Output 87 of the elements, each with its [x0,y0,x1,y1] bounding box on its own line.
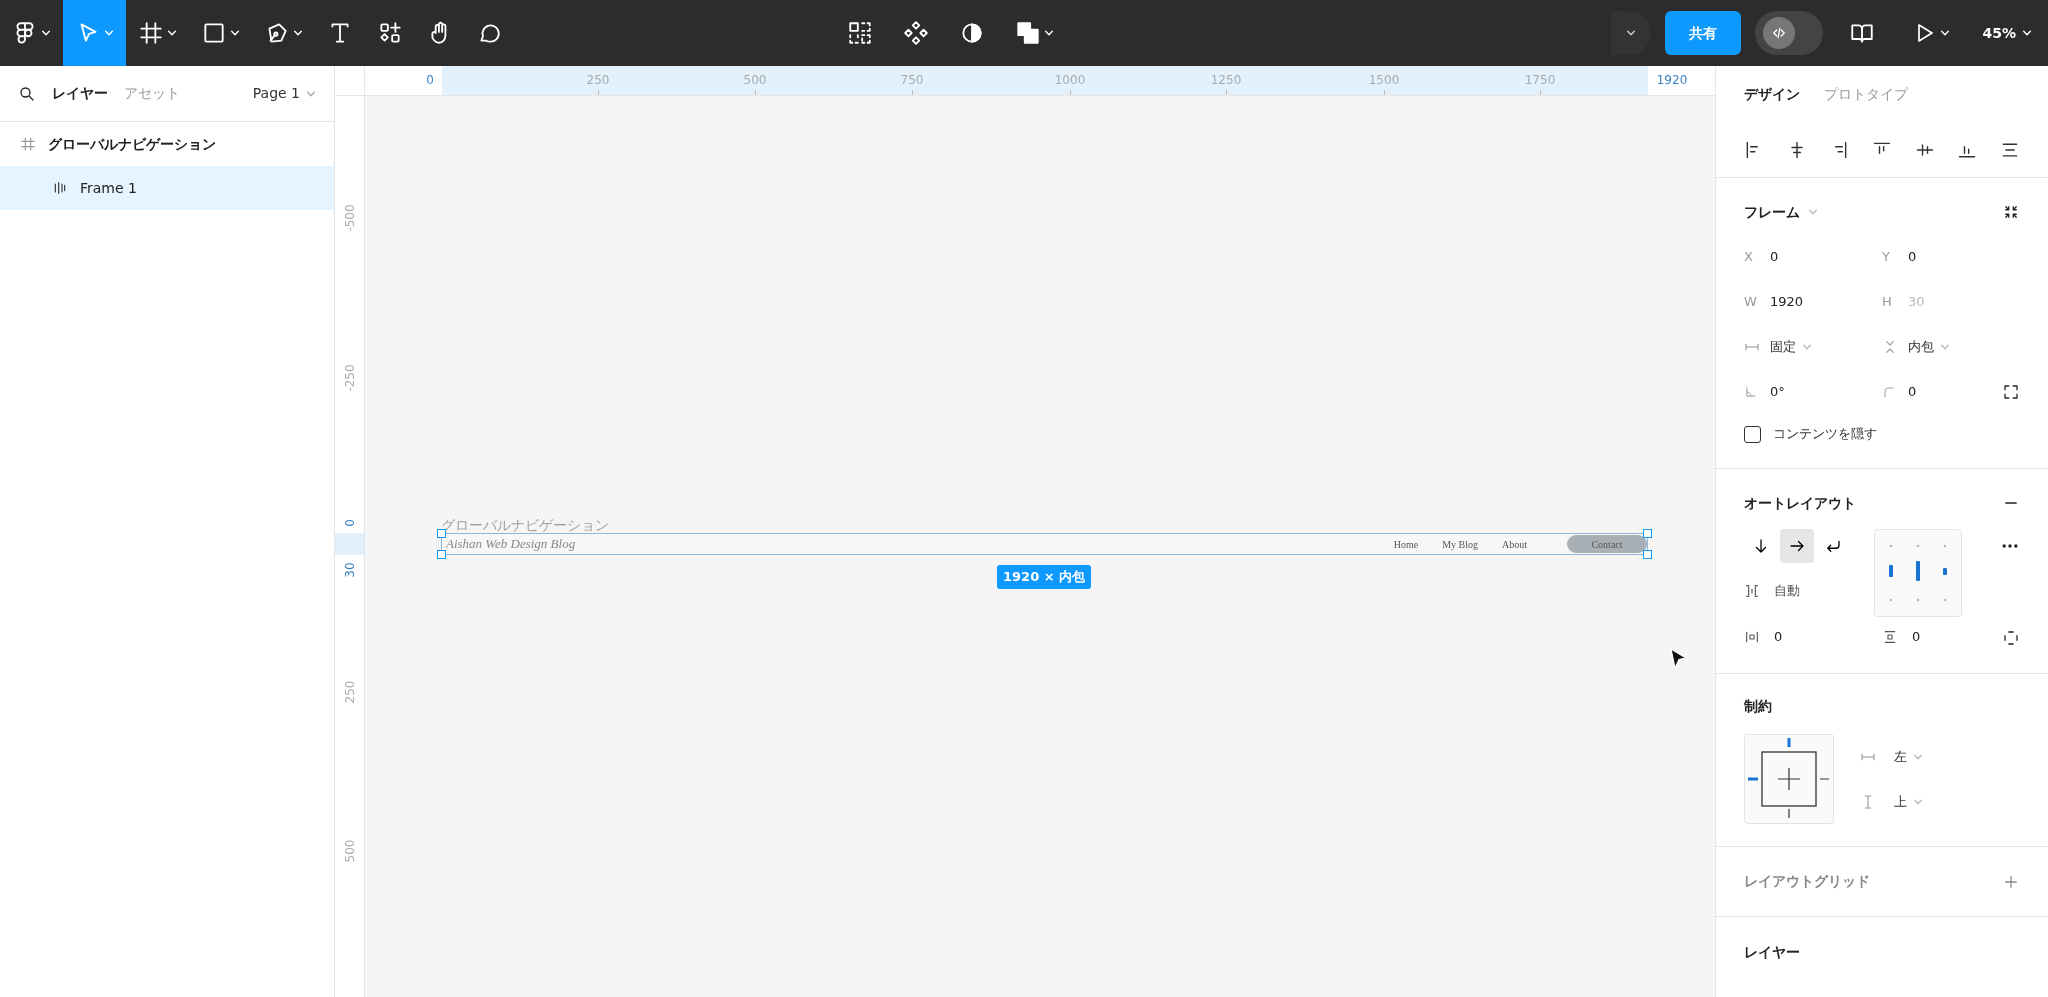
ruler-highlight [335,533,364,555]
section-title: オートレイアウト [1744,493,1856,513]
checkbox[interactable] [1744,425,1761,443]
field-label: Y [1882,247,1891,266]
input-field[interactable]: 0 [1908,246,1917,267]
caret-icon [104,28,114,38]
ruler-label: 250 [342,680,358,704]
caret-icon [2022,28,2032,38]
dashed-grid-icon [847,20,873,46]
input-field[interactable]: 自動 [1774,581,1800,601]
field-label: H [1882,292,1893,311]
ruler-label: 1500 [1368,72,1400,89]
nav-link: About [1502,537,1527,552]
dev-mode-toggle[interactable] [1755,11,1824,55]
cursor-icon [1670,648,1688,670]
ruler-label: 500 [743,72,767,89]
caret-icon [230,28,240,38]
input-field[interactable]: 0 [1770,246,1779,267]
corner-radius-icon [1882,385,1896,399]
ruler-label: 250 [586,72,610,89]
size-badge: 1920 × 内包 [997,565,1092,589]
constraint-dropdown[interactable]: 左 [1894,746,1923,767]
ruler-label: 0 [426,72,434,89]
collapse-icon[interactable] [2002,203,2020,221]
resize-handle[interactable] [437,529,446,538]
alignment-grid[interactable] [1874,529,1962,617]
ruler-label: 0 [342,519,358,527]
constraint-widget[interactable] [1744,734,1834,824]
section-title: レイヤー [1744,942,1800,962]
input-field[interactable]: 0° [1770,381,1785,402]
ruler-label: -250 [342,364,358,392]
shapes-icon [377,20,403,46]
contact-button: Contact [1567,535,1647,553]
angle-icon [1744,385,1758,399]
overlapping-squares-icon [1015,20,1041,46]
sizing-dropdown[interactable]: 固定 [1770,336,1812,357]
caret-icon [1808,207,1818,217]
ruler-label: 1000 [1054,72,1086,89]
caret-icon [293,28,303,38]
caret-icon [1626,28,1637,38]
nav-link: Home [1393,537,1419,552]
vertical-padding-icon [1882,629,1898,645]
ruler-label: 1250 [1210,72,1242,89]
input-field[interactable]: 1920 [1770,291,1804,312]
panel-tab[interactable]: デザイン [1744,83,1800,105]
input-field[interactable]: 0 [1774,627,1783,647]
spacing-icon [1744,583,1760,599]
zoom-menu[interactable]: 45% [1976,0,2038,66]
caret-icon [41,28,51,38]
caret-icon [167,28,177,38]
ruler-label: 30 [342,562,358,578]
auto-layout-icon [52,180,68,196]
page-dropdown[interactable]: Page 1 [252,83,316,104]
panel-tab[interactable]: レイヤー [52,83,108,104]
logo-text: Aishan Web Design Blog [446,535,576,554]
direction-button[interactable] [1780,529,1814,563]
ruler-label: 1750 [1524,72,1556,89]
ruler-label: 750 [900,72,924,89]
field-label: W [1744,292,1758,311]
resize-handle[interactable] [1643,529,1652,538]
ruler-label: 500 [342,839,358,863]
resize-handle[interactable] [437,550,446,559]
checkbox-label: コンテンツを隠す [1773,425,1877,444]
padding-brackets-icon[interactable] [2002,628,2020,647]
search-icon[interactable] [18,84,36,103]
sizing-dropdown[interactable]: 内包 [1908,336,1950,357]
constraint-dropdown[interactable]: 上 [1894,791,1923,812]
caret-icon [1940,28,1951,38]
hash-icon [20,136,36,152]
nav-link: My Blog [1442,537,1478,552]
hash-icon [138,20,164,46]
input-field[interactable]: 0 [1908,381,1917,402]
field-label: X [1744,247,1754,266]
square-icon [201,20,227,46]
caret-icon [1044,28,1054,38]
input-field[interactable]: 0 [1912,627,1921,647]
diamonds-icon [903,20,929,46]
ruler-label: -500 [342,204,358,232]
resize-handle[interactable] [1643,550,1652,559]
section-title: 制約 [1744,696,1772,716]
section-title: レイアウトグリッド [1744,872,1870,891]
corner-brackets-icon[interactable] [2002,383,2020,401]
section-title[interactable]: フレーム [1744,201,1818,223]
layer-row[interactable]: グローバルナビゲーション [0,122,334,166]
horizontal-padding-icon [1744,629,1760,645]
layer-row[interactable]: Frame 1 [0,166,334,210]
ruler-label: 1920 [1656,72,1688,89]
